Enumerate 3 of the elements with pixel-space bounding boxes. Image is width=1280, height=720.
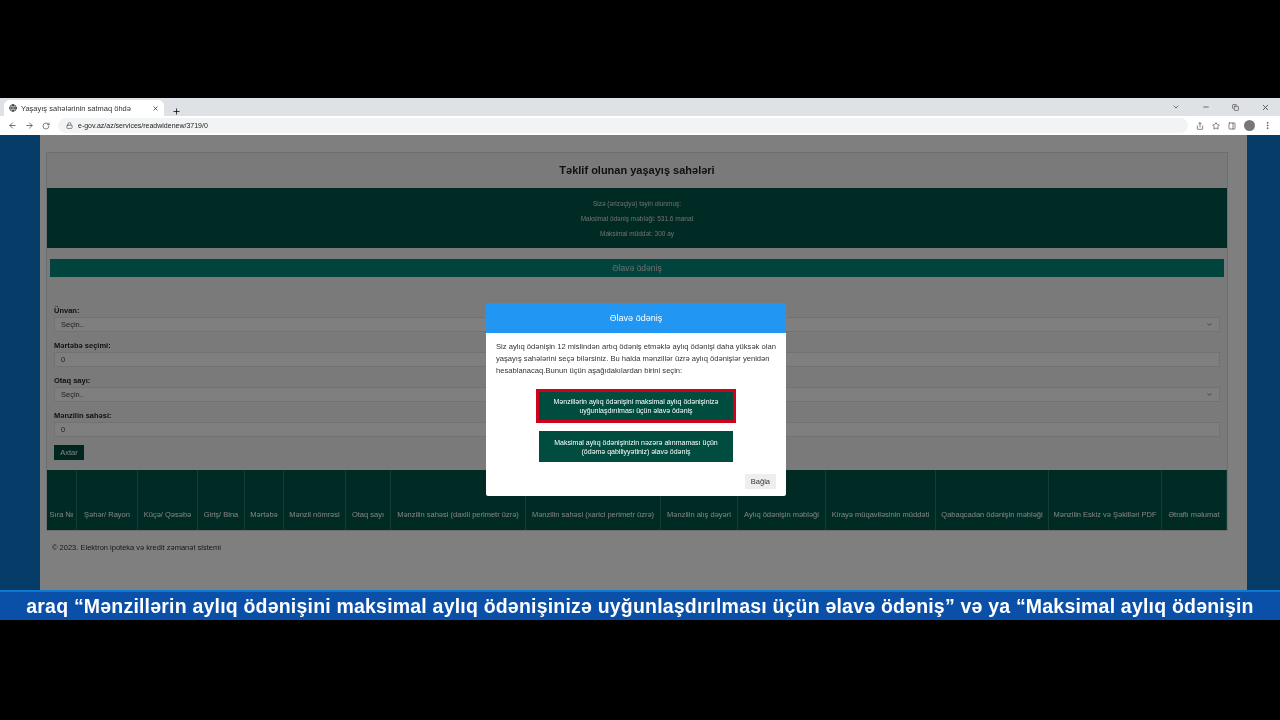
ticker-text: araq “Mənzillərin aylıq ödənişini maksimal aylıq ödənişinizə uyğunlaşdırılması üçün əlavə ödəniş” və ya “Maksimal aylıq ödənişin [26,594,1254,618]
page-title: Təklif olunan yaşayış sahələri [558,163,716,178]
modal-title: Əlavə ödəniş [486,303,786,333]
